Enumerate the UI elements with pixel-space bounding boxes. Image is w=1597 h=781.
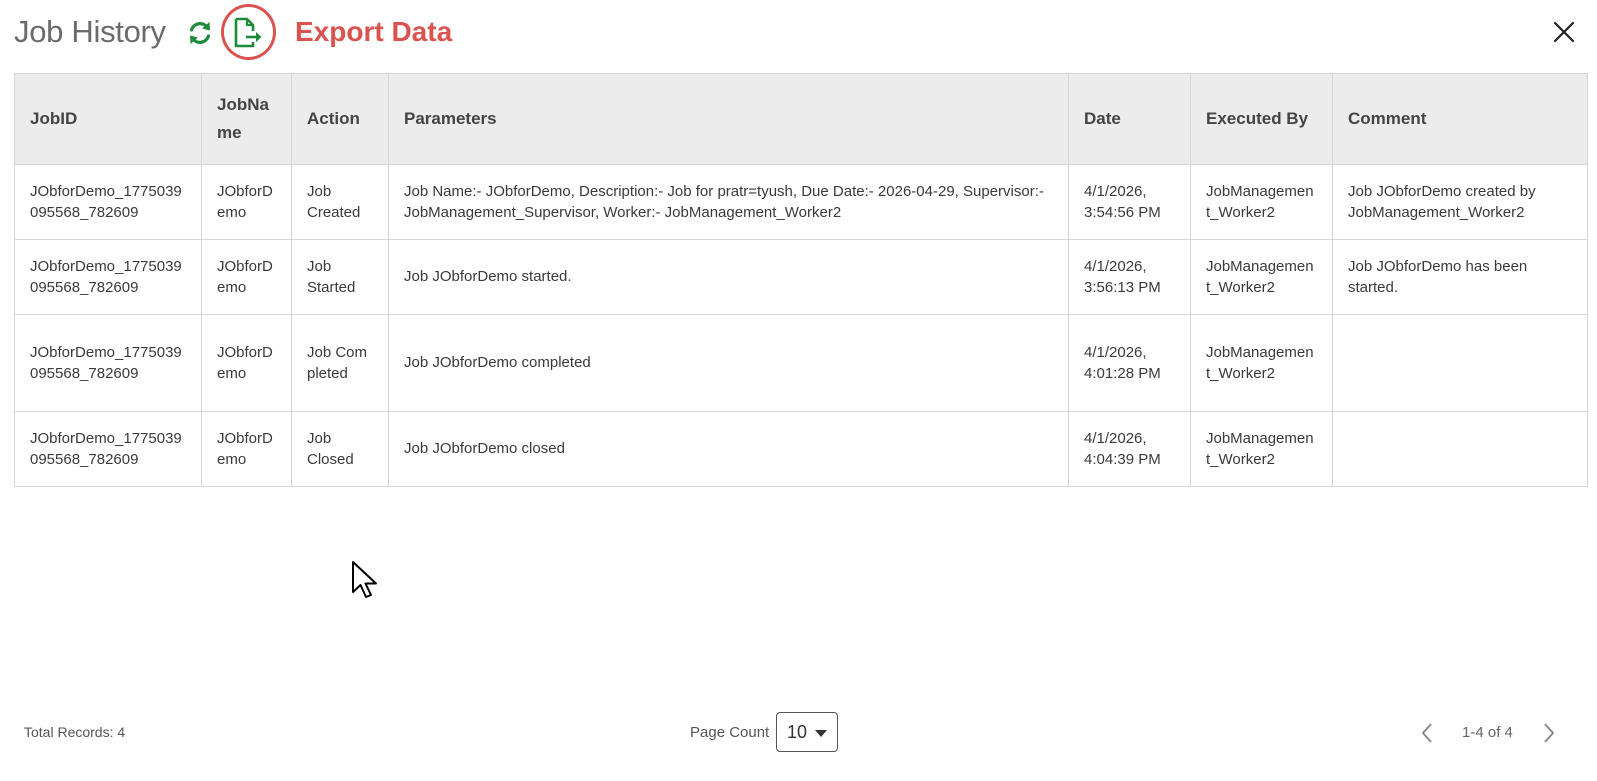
next-page-button[interactable] bbox=[1540, 721, 1558, 745]
cell-jobname: JObforDemo bbox=[201, 164, 292, 240]
export-data-annotation: Export Data bbox=[295, 16, 453, 47]
table-header-row: JobID JobName Action Parameters Date Exe… bbox=[14, 73, 1588, 165]
page-count-label: Page Count bbox=[690, 724, 770, 741]
cell-jobid: JObforDemo_1775039095568_782609 bbox=[14, 314, 202, 412]
cell-comment bbox=[1332, 314, 1588, 412]
page-count-value: 10 bbox=[787, 721, 808, 742]
export-data-button[interactable] bbox=[230, 15, 264, 51]
job-history-dialog: Job History Export Data JobID JobName Ac… bbox=[0, 0, 1597, 781]
column-header-jobid[interactable]: JobID bbox=[14, 73, 202, 165]
caret-down-icon bbox=[815, 730, 827, 737]
cell-date: 4/1/2026, 3:54:56 PM bbox=[1068, 164, 1191, 240]
page-count-select[interactable]: 10 bbox=[776, 712, 838, 752]
table-row[interactable]: JObforDemo_1775039095568_782609 JObforDe… bbox=[14, 411, 1588, 487]
column-header-date[interactable]: Date bbox=[1068, 73, 1191, 165]
cell-jobid: JObforDemo_1775039095568_782609 bbox=[14, 411, 202, 487]
cell-date: 4/1/2026, 3:56:13 PM bbox=[1068, 239, 1191, 315]
cell-jobname: JObforDemo bbox=[201, 239, 292, 315]
cell-executed-by: JobManagement_Worker2 bbox=[1190, 314, 1333, 412]
export-file-icon bbox=[234, 17, 262, 48]
cell-comment: Job JObforDemo has been started. bbox=[1332, 239, 1588, 315]
dialog-header: Job History Export Data bbox=[0, 0, 1597, 70]
refresh-icon bbox=[189, 22, 211, 44]
refresh-button[interactable] bbox=[186, 18, 214, 48]
cell-action: Job Closed bbox=[291, 411, 389, 487]
cell-parameters: Job JObforDemo closed bbox=[388, 411, 1069, 487]
table-row[interactable]: JObforDemo_1775039095568_782609 JObforDe… bbox=[14, 164, 1588, 240]
table-row[interactable]: JObforDemo_1775039095568_782609 JObforDe… bbox=[14, 314, 1588, 412]
cell-comment: Job JObforDemo created by JobManagement_… bbox=[1332, 164, 1588, 240]
close-icon bbox=[1553, 21, 1575, 43]
cell-executed-by: JobManagement_Worker2 bbox=[1190, 411, 1333, 487]
cell-parameters: Job JObforDemo completed bbox=[388, 314, 1069, 412]
column-header-jobname[interactable]: JobName bbox=[201, 73, 292, 165]
close-button[interactable] bbox=[1550, 18, 1578, 46]
total-records: Total Records: 4 bbox=[24, 724, 126, 740]
cell-executed-by: JobManagement_Worker2 bbox=[1190, 239, 1333, 315]
cell-executed-by: JobManagement_Worker2 bbox=[1190, 164, 1333, 240]
chevron-right-icon bbox=[1544, 723, 1555, 743]
column-header-comment[interactable]: Comment bbox=[1332, 73, 1588, 165]
cell-action: Job Started bbox=[291, 239, 389, 315]
cell-action: Job Completed bbox=[291, 314, 389, 412]
job-history-table: JobID JobName Action Parameters Date Exe… bbox=[14, 73, 1588, 487]
table-row[interactable]: JObforDemo_1775039095568_782609 JObforDe… bbox=[14, 239, 1588, 315]
column-header-action[interactable]: Action bbox=[291, 73, 389, 165]
column-header-parameters[interactable]: Parameters bbox=[388, 73, 1069, 165]
cell-comment bbox=[1332, 411, 1588, 487]
page-title: Job History bbox=[14, 14, 166, 49]
cell-parameters: Job JObforDemo started. bbox=[388, 239, 1069, 315]
cell-jobid: JObforDemo_1775039095568_782609 bbox=[14, 239, 202, 315]
cell-jobname: JObforDemo bbox=[201, 314, 292, 412]
cell-date: 4/1/2026, 4:04:39 PM bbox=[1068, 411, 1191, 487]
cell-jobname: JObforDemo bbox=[201, 411, 292, 487]
cell-jobid: JObforDemo_1775039095568_782609 bbox=[14, 164, 202, 240]
chevron-left-icon bbox=[1421, 723, 1432, 743]
previous-page-button[interactable] bbox=[1418, 721, 1436, 745]
cell-parameters: Job Name:- JObforDemo, Description:- Job… bbox=[388, 164, 1069, 240]
cell-action: Job Created bbox=[291, 164, 389, 240]
column-header-executed-by[interactable]: Executed By bbox=[1190, 73, 1333, 165]
mouse-pointer-icon bbox=[352, 561, 377, 598]
pagination-range: 1-4 of 4 bbox=[1462, 724, 1513, 741]
cell-date: 4/1/2026, 4:01:28 PM bbox=[1068, 314, 1191, 412]
